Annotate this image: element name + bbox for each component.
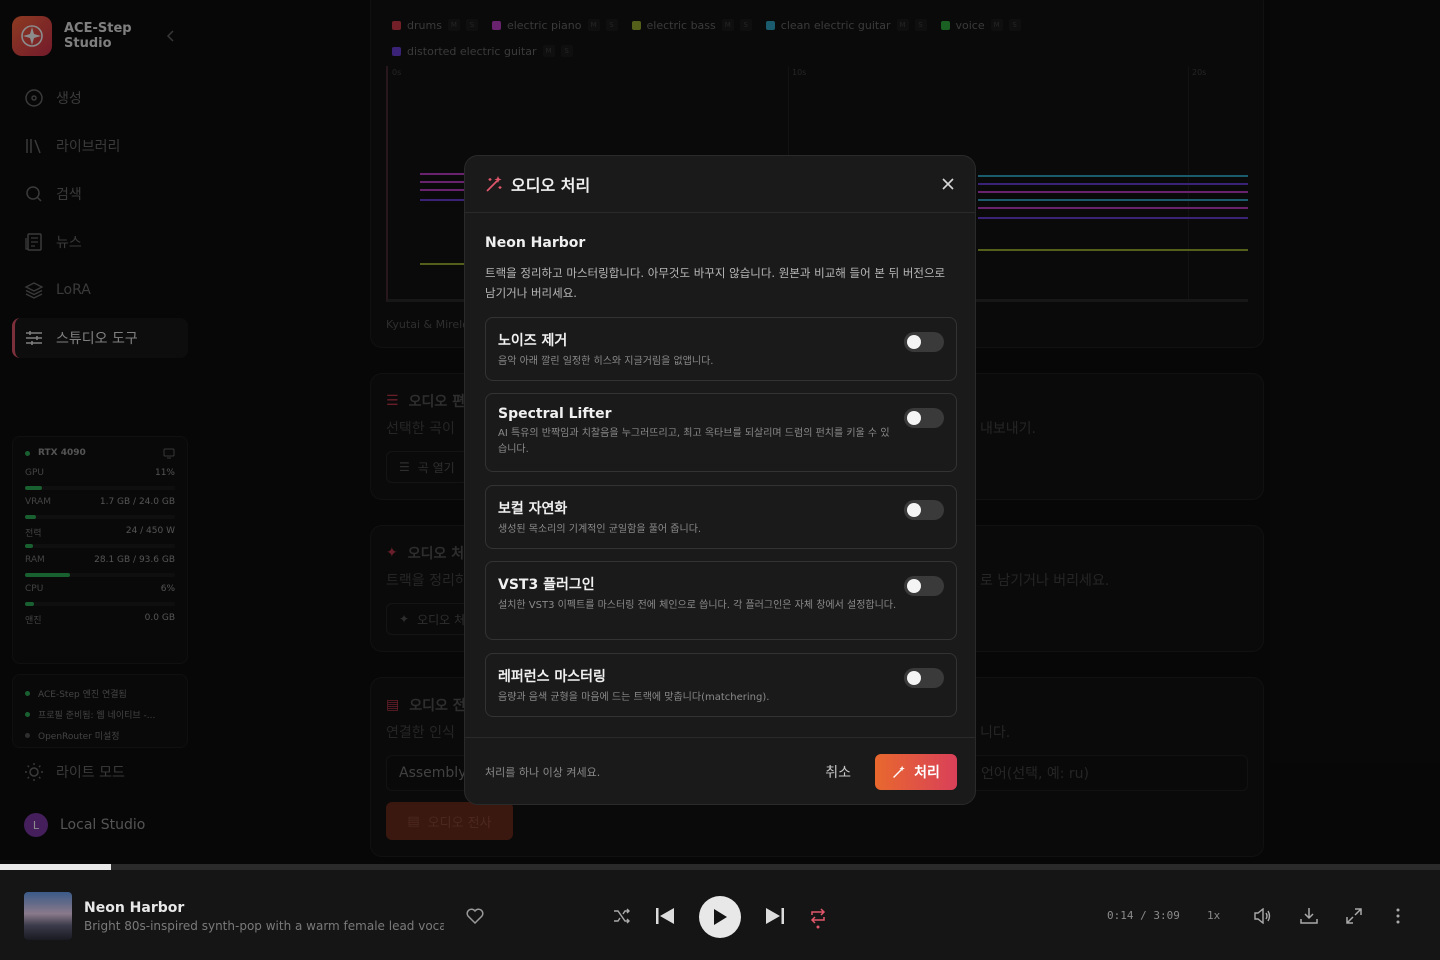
wand-icon	[486, 176, 502, 192]
dialog-title: 오디오 처리	[511, 176, 591, 195]
dialog-body: Neon Harbor 트랙을 정리하고 마스터링합니다. 아무것도 바꾸지 않…	[465, 213, 975, 303]
playback-speed[interactable]: 1x	[1207, 909, 1220, 922]
dialog-description: 트랙을 정리하고 마스터링합니다. 아무것도 바꾸지 않습니다. 원본과 비교해…	[485, 266, 946, 300]
footer-hint: 처리를 하나 이상 켜세요.	[485, 766, 601, 779]
previous-icon[interactable]	[655, 907, 675, 925]
option-vocal-naturalize[interactable]: 보컬 자연화 생성된 목소리의 기계적인 균일함을 풀어 줍니다.	[485, 485, 957, 549]
option-desc: 생성된 목소리의 기계적인 균일함을 풀어 줍니다.	[498, 524, 702, 535]
shuffle-icon[interactable]	[613, 908, 631, 924]
dialog-footer: 처리를 하나 이상 켜세요. 취소 처리	[465, 737, 975, 804]
player-subtitle: Bright 80s-inspired synth-pop with a war…	[84, 919, 444, 933]
option-desc: AI 특유의 반짝임과 치찰음을 누그러뜨리고, 최고 옥타브를 되살리며 드럼…	[498, 428, 890, 455]
audio-process-dialog: 오디오 처리 Neon Harbor 트랙을 정리하고 마스터링합니다. 아무것…	[464, 155, 976, 805]
expand-icon[interactable]	[1346, 908, 1362, 924]
option-desc: 음량과 음색 균형을 마음에 드는 트랙에 맞춥니다(matchering).	[498, 692, 770, 703]
wand-icon	[893, 765, 905, 778]
process-label: 처리	[914, 765, 940, 781]
toggle-switch[interactable]	[904, 332, 944, 352]
next-icon[interactable]	[765, 907, 785, 925]
player-title[interactable]: Neon Harbor	[84, 900, 184, 916]
track-name: Neon Harbor	[485, 235, 586, 251]
option-title: 보컬 자연화	[498, 501, 568, 517]
player-bar: Neon Harbor Bright 80s-inspired synth-po…	[0, 870, 1440, 960]
option-title: 레퍼런스 마스터링	[498, 669, 606, 685]
repeat-icon[interactable]	[809, 907, 827, 929]
toggle-switch[interactable]	[904, 668, 944, 688]
toggle-switch[interactable]	[904, 408, 944, 428]
process-button[interactable]: 처리	[875, 754, 957, 790]
album-cover[interactable]	[24, 892, 72, 940]
option-title: Spectral Lifter	[498, 406, 612, 422]
volume-icon[interactable]	[1254, 908, 1272, 924]
download-icon[interactable]	[1300, 907, 1318, 925]
option-noise-reduction[interactable]: 노이즈 제거 음악 아래 깔린 일정한 히스와 지글거림을 없앱니다.	[485, 317, 957, 381]
option-desc: 음악 아래 깔린 일정한 히스와 지글거림을 없앱니다.	[498, 356, 714, 367]
option-title: 노이즈 제거	[498, 333, 568, 349]
cancel-button[interactable]: 취소	[825, 762, 851, 782]
option-title: VST3 플러그인	[498, 577, 595, 593]
heart-icon[interactable]	[466, 908, 484, 924]
play-icon	[714, 909, 727, 925]
option-spectral-lifter[interactable]: Spectral Lifter AI 특유의 반짝임과 치찰음을 누그러뜨리고,…	[485, 393, 957, 472]
more-vertical-icon[interactable]	[1395, 908, 1401, 924]
dialog-header: 오디오 처리	[465, 156, 975, 213]
play-button[interactable]	[699, 896, 741, 938]
close-icon[interactable]	[941, 176, 955, 190]
toggle-switch[interactable]	[904, 576, 944, 596]
option-vst3-plugin[interactable]: VST3 플러그인 설치한 VST3 이펙트를 마스터링 전에 체인으로 씁니다…	[485, 561, 957, 640]
time-display: 0:14 / 3:09	[1107, 909, 1180, 922]
toggle-switch[interactable]	[904, 500, 944, 520]
option-reference-mastering[interactable]: 레퍼런스 마스터링 음량과 음색 균형을 마음에 드는 트랙에 맞춥니다(mat…	[485, 653, 957, 717]
option-desc: 설치한 VST3 이펙트를 마스터링 전에 체인으로 씁니다. 각 플러그인은 …	[498, 600, 897, 611]
